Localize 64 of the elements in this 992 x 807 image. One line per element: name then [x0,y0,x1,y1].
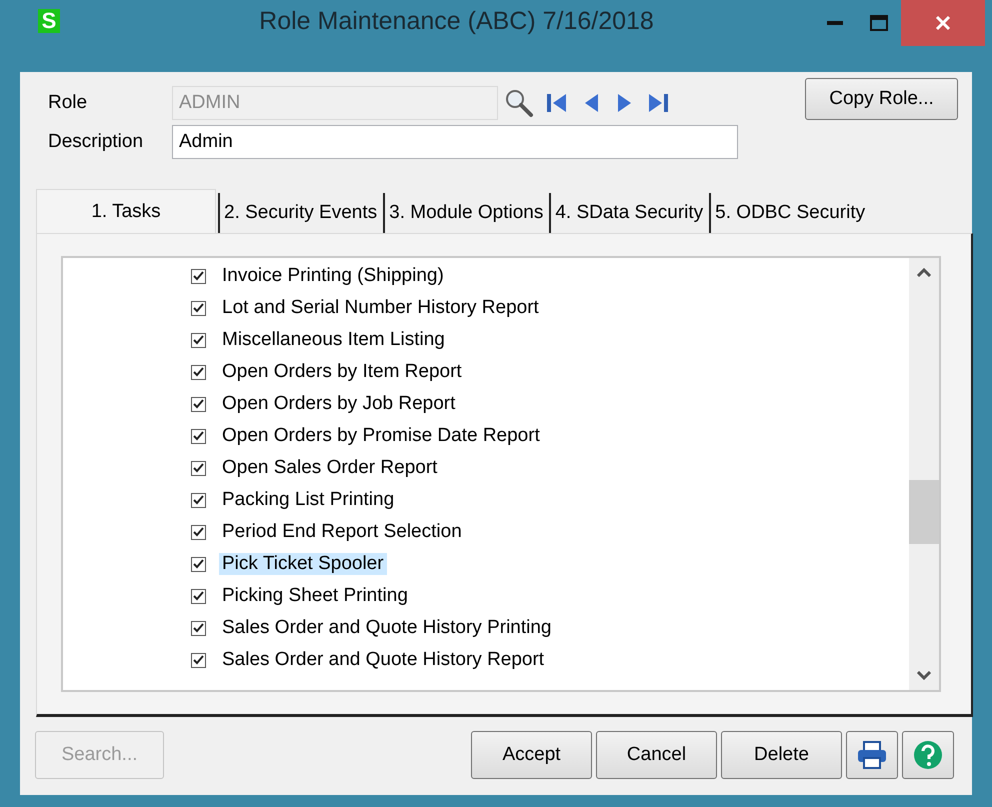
checkbox[interactable] [191,300,206,316]
task-item[interactable]: Open Orders by Job Report [219,393,458,415]
window-title: Role Maintenance (ABC) 7/16/2018 [258,6,655,36]
action-button[interactable]: Cancel [596,731,717,779]
checkbox[interactable] [191,588,206,604]
checkbox[interactable] [191,332,206,348]
tab[interactable]: 1. Tasks [36,189,216,233]
first-record-icon[interactable] [546,93,568,113]
task-item[interactable]: Sales Order and Quote History Report [219,649,548,671]
last-record-icon[interactable] [648,93,670,113]
checkbox[interactable] [191,396,206,412]
check-icon [193,270,204,282]
close-icon [935,15,951,31]
scroll-down-icon[interactable] [917,671,931,680]
check-icon [193,558,204,570]
check-icon [193,494,204,506]
checkbox[interactable] [191,492,206,508]
checkbox[interactable] [191,460,206,476]
checkbox[interactable] [191,364,206,380]
checkbox[interactable] [191,524,206,540]
action-button[interactable]: Delete [721,731,842,779]
task-item[interactable]: Open Sales Order Report [219,457,440,479]
minimize-icon [827,21,843,25]
check-icon [193,430,204,442]
check-icon [193,366,204,378]
print-button[interactable] [846,731,898,779]
check-icon [193,590,204,602]
app-icon: S [38,9,60,33]
checkbox[interactable] [191,652,206,668]
task-item[interactable]: Picking Sheet Printing [219,585,411,607]
check-icon [193,462,204,474]
checkbox[interactable] [191,268,206,284]
check-icon [193,622,204,634]
checkbox[interactable] [191,556,206,572]
task-item[interactable]: Miscellaneous Item Listing [219,329,448,351]
task-item[interactable]: Packing List Printing [219,489,398,511]
help-button[interactable] [902,731,954,779]
task-item[interactable]: Period End Report Selection [219,521,465,543]
task-item[interactable]: Open Orders by Item Report [219,361,465,383]
printer-icon [857,741,887,769]
task-item[interactable]: Lot and Serial Number History Report [219,297,542,319]
task-item[interactable]: Invoice Printing (Shipping) [219,265,447,287]
scroll-thumb[interactable] [909,480,939,544]
task-item[interactable]: Pick Ticket Spooler [219,553,387,575]
scroll-up-icon[interactable] [917,268,931,277]
field-label: Description [48,131,144,153]
task-item[interactable]: Sales Order and Quote History Printing [219,617,554,639]
scrollbar[interactable] [909,258,939,690]
checkbox[interactable] [191,428,206,444]
task-item[interactable]: Open Orders by Promise Date Report [219,425,543,447]
help-icon [913,740,943,770]
maximize-icon [870,15,888,31]
check-icon [193,654,204,666]
check-icon [193,334,204,346]
checkbox[interactable] [191,620,206,636]
copy-role-button[interactable]: Copy Role... [805,78,958,120]
search-icon[interactable] [504,88,534,118]
check-icon [193,398,204,410]
action-button[interactable]: Accept [471,731,592,779]
check-icon [193,302,204,314]
field-label: Role [48,92,88,114]
description-field[interactable]: Admin [172,125,738,159]
close-button[interactable] [901,0,985,46]
check-icon [193,526,204,538]
